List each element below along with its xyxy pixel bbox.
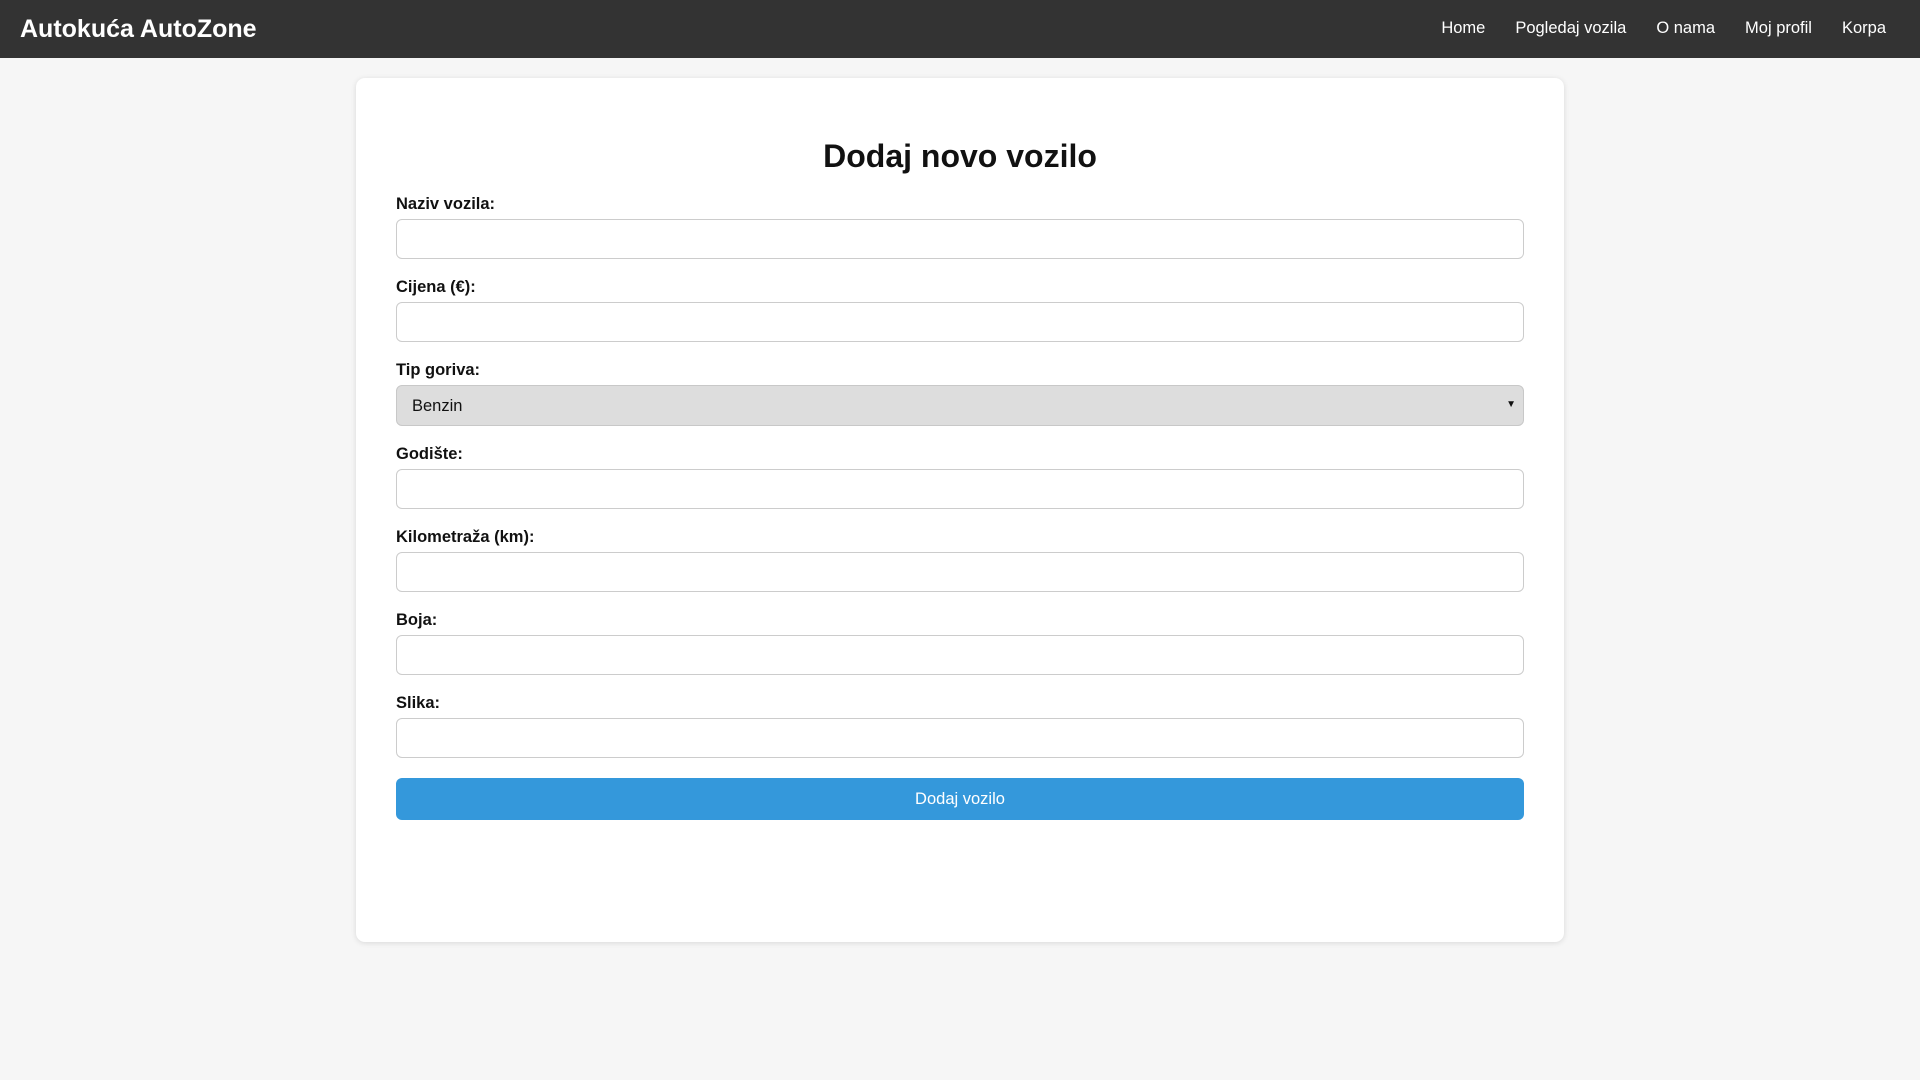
fuel-type-select[interactable]: Benzin ▼ [396,385,1524,426]
nav-home[interactable]: Home [1441,17,1485,39]
image-input[interactable] [396,718,1524,758]
label-fuel-type: Tip goriva: [396,361,481,379]
vehicle-name-input[interactable] [396,219,1524,259]
mileage-input[interactable] [396,552,1524,592]
price-input[interactable] [396,302,1524,342]
label-vehicle-name: Naziv vozila: [396,195,496,213]
label-color: Boja: [396,611,438,629]
add-vehicle-button[interactable]: Dodaj vozilo [396,778,1524,820]
label-year: Godište: [396,445,463,463]
page-title: Dodaj novo vozilo [823,138,1097,174]
label-price: Cijena (€): [396,278,476,296]
label-image: Slika: [396,694,441,712]
top-navbar: Autokuća AutoZone Home Pogledaj vozila O… [0,0,1920,58]
main-nav: Home Pogledaj vozila O nama Moj profil K… [1411,17,1886,39]
year-input[interactable] [396,469,1524,509]
caret-down-icon: ▼ [1506,399,1516,410]
label-mileage: Kilometraža (km): [396,528,535,546]
site-brand[interactable]: Autokuća AutoZone [20,14,257,44]
nav-view-vehicles[interactable]: Pogledaj vozila [1515,17,1626,39]
nav-profile[interactable]: Moj profil [1745,17,1812,39]
color-input[interactable] [396,635,1524,675]
nav-about[interactable]: O nama [1656,17,1715,39]
fuel-type-selected-value: Benzin [412,397,463,415]
nav-cart[interactable]: Korpa [1842,17,1886,39]
